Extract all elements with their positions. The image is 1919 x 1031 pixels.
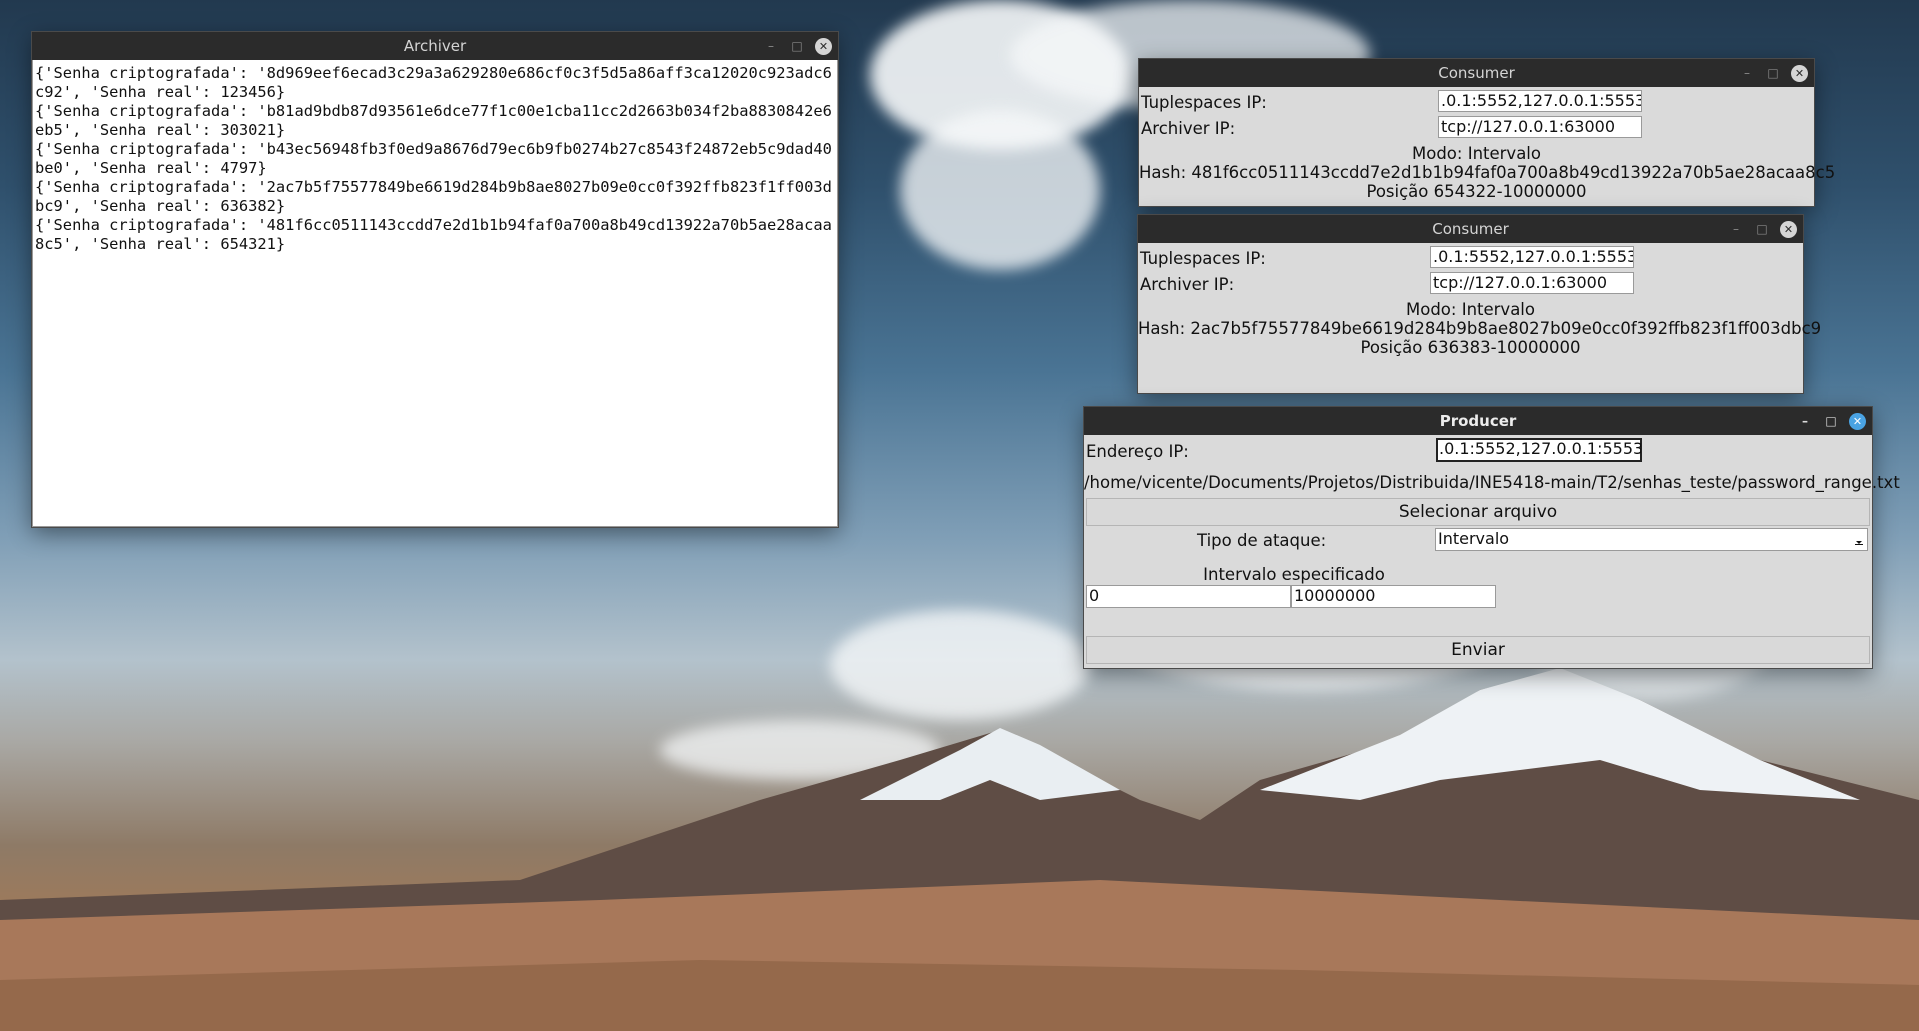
interval-end-input[interactable]: 10000000 xyxy=(1291,585,1496,608)
selected-file-path: /home/vicente/Documents/Projetos/Distrib… xyxy=(1084,473,1900,492)
tuplespaces-ip-input[interactable]: .0.1:5552,127.0.0.1:5553 xyxy=(1438,90,1642,112)
position-text: Posição 654322-10000000 xyxy=(1366,182,1587,201)
consumer-window-1: Consumer – □ ✕ Tuplespaces IP: .0.1:5552… xyxy=(1139,59,1836,206)
mode-text: Modo: Intervalo xyxy=(1412,144,1541,163)
tuplespaces-ip-label: Tuplespaces IP: xyxy=(1141,93,1267,112)
archiver-ip-input[interactable]: tcp://127.0.0.1:63000 xyxy=(1430,272,1634,294)
tuplespaces-ip-label: Tuplespaces IP: xyxy=(1140,249,1266,268)
archiver-ip-input[interactable]: tcp://127.0.0.1:63000 xyxy=(1438,116,1642,138)
attack-type-label: Tipo de ataque: xyxy=(1197,531,1327,550)
maximize-icon[interactable]: □ xyxy=(1823,413,1839,429)
attack-type-value: Intervalo xyxy=(1438,529,1510,548)
close-icon[interactable]: ✕ xyxy=(1849,412,1866,430)
archiver-log-text[interactable]: {'Senha criptografada': '8d969eef6ecad3c… xyxy=(33,60,837,254)
maximize-icon[interactable]: □ xyxy=(1765,65,1781,81)
maximize-icon[interactable]: □ xyxy=(1754,221,1770,237)
minimize-icon[interactable]: – xyxy=(1797,413,1813,429)
interval-label: Intervalo especificado xyxy=(1203,565,1385,584)
send-button[interactable]: Enviar xyxy=(1086,636,1870,664)
producer-window: Producer – □ ✕ Endereço IP: .0.1:5552,12… xyxy=(1084,407,1900,668)
position-text: Posição 636383-10000000 xyxy=(1360,338,1581,357)
window-title: Consumer xyxy=(1438,64,1515,82)
archiver-titlebar[interactable]: Archiver – □ ✕ xyxy=(32,32,838,60)
consumer-1-titlebar[interactable]: Consumer – □ ✕ xyxy=(1139,59,1814,87)
window-title: Producer xyxy=(1439,412,1517,430)
interval-start-input[interactable]: 0 xyxy=(1086,585,1291,608)
archiver-ip-label: Archiver IP: xyxy=(1140,275,1235,294)
hash-text: Hash: 481f6cc0511143ccdd7e2d1b1b94faf0a7… xyxy=(1139,163,1836,182)
window-title: Consumer xyxy=(1432,220,1509,238)
archiver-window: Archiver – □ ✕ {'Senha criptografada': '… xyxy=(32,32,838,527)
consumer-window-2: Consumer – □ ✕ Tuplespaces IP: .0.1:5552… xyxy=(1138,215,1822,393)
producer-titlebar[interactable]: Producer – □ ✕ xyxy=(1084,407,1872,435)
maximize-icon[interactable]: □ xyxy=(789,38,805,54)
window-title: Archiver xyxy=(403,37,467,55)
select-file-button[interactable]: Selecionar arquivo xyxy=(1086,498,1870,526)
close-icon[interactable]: ✕ xyxy=(1791,64,1808,82)
attack-type-select[interactable]: Intervalo xyxy=(1435,528,1868,551)
mode-text: Modo: Intervalo xyxy=(1406,300,1535,319)
hash-text: Hash: 2ac7b5f75577849be6619d284b9b8ae802… xyxy=(1138,319,1822,338)
ip-address-label: Endereço IP: xyxy=(1086,442,1189,461)
minimize-icon[interactable]: – xyxy=(1728,221,1744,237)
ip-address-input[interactable]: .0.1:5552,127.0.0.1:5553 xyxy=(1436,438,1642,462)
minimize-icon[interactable]: – xyxy=(1739,65,1755,81)
tuplespaces-ip-input[interactable]: .0.1:5552,127.0.0.1:5553 xyxy=(1430,246,1634,268)
close-icon[interactable]: ✕ xyxy=(815,37,832,55)
close-icon[interactable]: ✕ xyxy=(1780,220,1797,238)
consumer-2-titlebar[interactable]: Consumer – □ ✕ xyxy=(1138,215,1803,243)
minimize-icon[interactable]: – xyxy=(763,38,779,54)
dropdown-arrow-icon xyxy=(1855,541,1863,545)
archiver-ip-label: Archiver IP: xyxy=(1141,119,1236,138)
